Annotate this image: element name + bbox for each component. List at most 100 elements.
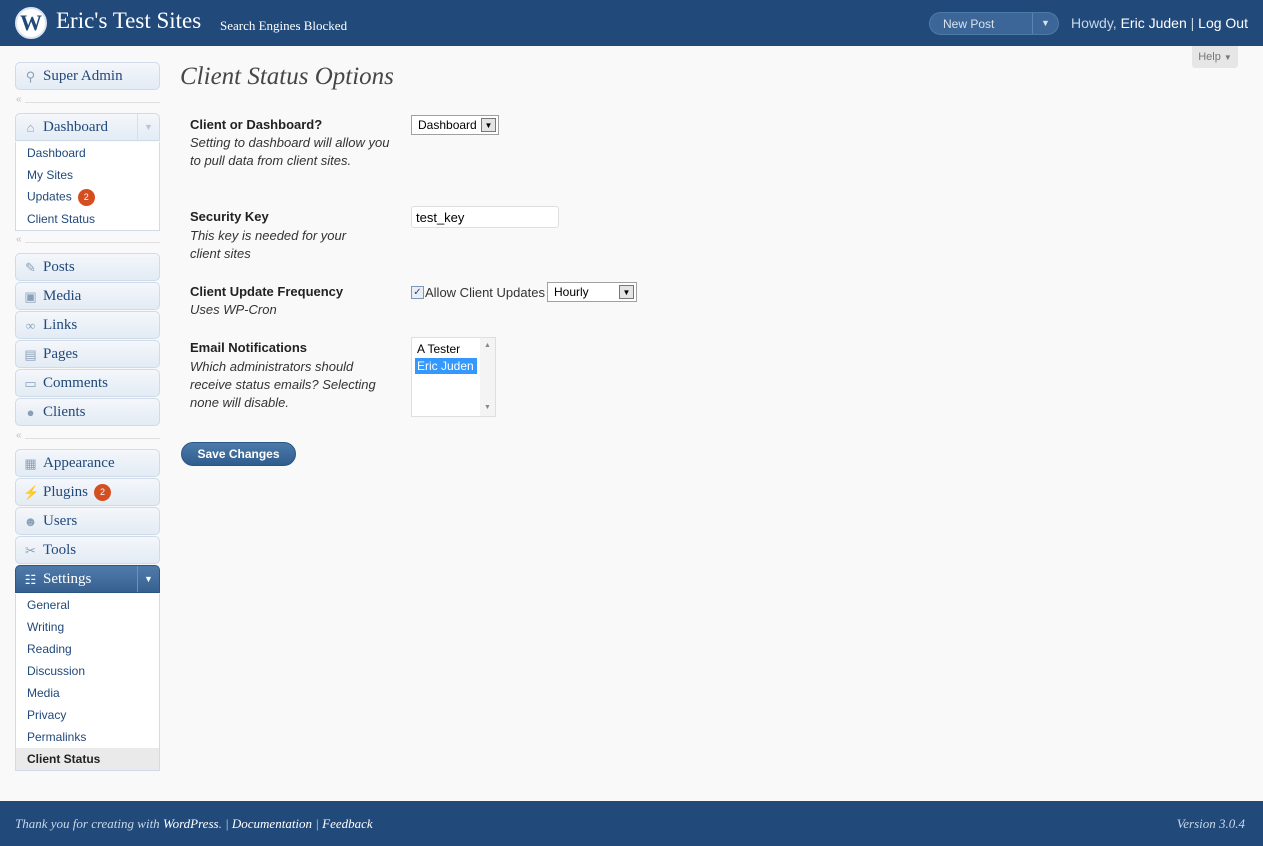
recipient-option[interactable]: A Tester [415,341,477,357]
pushpin-icon: ✎ [25,260,36,275]
sidebar-item-label: Dashboard [43,119,108,135]
person-icon: ● [26,405,35,420]
dropdown-arrow-icon[interactable]: ▼ [619,285,634,299]
menu-separator[interactable]: « [15,234,160,247]
version-text: Version 3.0.4 [1176,816,1245,831]
client-or-dashboard-desc: Setting to dashboard will allow you to p… [190,135,390,168]
logout-link[interactable]: Log Out [1198,15,1248,31]
new-post-label[interactable]: New Post [943,17,994,31]
sidebar-item-clients[interactable]: ● Clients [15,398,160,426]
settings-icon: ☷ [24,572,37,587]
plugins-label: Plugins [43,484,89,500]
client-or-dashboard-title: Client or Dashboard? [190,117,323,132]
scroll-up-icon[interactable]: ▲ [480,339,495,353]
sidebar-item-links[interactable]: ∞ Links [15,311,160,339]
new-post-button[interactable]: New Post ▼ [929,12,1059,35]
super-admin-icon: ⚲ [25,69,36,84]
sidebar-item-dashboard[interactable]: ⌂ Dashboard ▼ [15,113,160,141]
sidebar-item-label: Settings [43,571,92,587]
sidebar-item-label: Pages [43,346,78,362]
sidebar-item-plugins[interactable]: ⚡ Plugins 2 [15,478,160,506]
submenu-general[interactable]: General [27,598,70,612]
sidebar-item-label: Tools [43,542,77,558]
chevron-down-icon[interactable]: ▼ [137,566,159,592]
footer-thanks: Thank you for creating with [15,816,163,831]
select-value: Dashboard [418,118,477,132]
update-frequency-desc: Uses WP-Cron [190,302,277,317]
submenu-reading[interactable]: Reading [27,642,72,656]
save-changes-button[interactable]: Save Changes [181,442,296,466]
email-recipients-listbox[interactable]: A Tester Eric Juden ▲ ▼ [411,337,496,417]
allow-client-updates-checkbox[interactable]: ✓ [411,286,424,299]
plugins-count-badge: 2 [94,484,112,502]
sidebar-item-tools[interactable]: ✂ Tools [15,536,160,564]
appearance-icon: ▦ [24,456,37,471]
sidebar-item-label: Links [43,317,78,333]
submenu-client-status-current[interactable]: Client Status [27,752,100,766]
client-or-dashboard-select[interactable]: Dashboard ▼ [411,115,499,135]
sidebar-item-label: Clients [43,404,86,420]
site-title[interactable]: Eric's Test Sites [56,8,201,34]
recipient-option-selected[interactable]: Eric Juden [415,358,477,374]
submenu-discussion[interactable]: Discussion [27,664,85,678]
submenu-permalinks[interactable]: Permalinks [27,730,86,744]
footer-credits: Thank you for creating with WordPress. |… [15,816,373,831]
sidebar-item-label: Super Admin [43,68,123,84]
sidebar-item-settings[interactable]: ☷ Settings ▼ [15,565,160,593]
sidebar-item-users[interactable]: ☻ Users [15,507,160,535]
documentation-link[interactable]: Documentation [232,816,312,831]
page-title: Client Status Options [180,63,394,90]
dropdown-arrow-icon[interactable]: ▼ [481,118,496,132]
sidebar-item-label: Media [43,288,82,304]
wordpress-link[interactable]: WordPress [163,816,219,831]
scroll-down-icon[interactable]: ▼ [480,401,495,415]
submenu-media[interactable]: Media [27,686,60,700]
user-profile-link[interactable]: Eric Juden [1121,15,1187,31]
help-label[interactable]: Help [1198,51,1221,63]
chevron-down-icon[interactable]: ▼ [137,114,159,140]
menu-separator[interactable]: « [15,430,160,443]
listbox-scrollbar[interactable]: ▲ ▼ [480,338,495,416]
security-key-input[interactable] [411,206,559,228]
chevron-down-icon[interactable]: ▼ [1032,13,1058,34]
sidebar-item-comments[interactable]: ▭ Comments [15,369,160,397]
sidebar-item-pages[interactable]: ▤ Pages [15,340,160,368]
submenu-updates[interactable]: Updates 2 [27,189,95,206]
settings-submenu: General Writing Reading Discussion Media… [15,594,160,771]
tools-icon: ✂ [25,543,36,558]
security-key-title: Security Key [190,209,269,224]
email-notifications-title: Email Notifications [190,340,308,355]
submenu-privacy[interactable]: Privacy [27,708,66,722]
help-tab[interactable]: Help ▼ [1192,46,1238,68]
select-value: Hourly [554,285,589,299]
sidebar-item-media[interactable]: ▣ Media [15,282,160,310]
sidebar-item-super-admin[interactable]: ⚲ Super Admin [15,62,160,90]
user-links: Howdy, Eric Juden | Log Out [1071,15,1248,31]
submenu-client-status[interactable]: Client Status [27,212,95,226]
sidebar-item-label: Comments [43,375,109,391]
submenu-dashboard[interactable]: Dashboard [27,146,86,160]
link-icon: ∞ [25,318,36,333]
sidebar-item-label: Users [43,513,78,529]
allow-client-updates-label[interactable]: Allow Client Updates [425,285,545,300]
search-engines-status[interactable]: Search Engines Blocked [220,18,347,34]
plug-icon: ⚡ [23,485,40,500]
media-icon: ▣ [24,289,37,304]
sidebar-item-label: Plugins 2 [43,484,112,502]
email-notifications-desc: Which administrators should receive stat… [190,359,376,410]
menu-separator[interactable]: « [15,94,160,107]
sidebar-item-posts[interactable]: ✎ Posts [15,253,160,281]
link-separator: | [1190,15,1195,31]
home-icon: ⌂ [26,120,35,135]
security-key-desc: This key is needed for your client sites [190,228,347,261]
wordpress-logo-icon[interactable]: W [15,7,47,39]
sidebar-item-label: Appearance [43,455,115,471]
updates-count-badge: 2 [77,189,95,206]
update-frequency-select[interactable]: Hourly ▼ [547,282,637,302]
submenu-my-sites[interactable]: My Sites [27,168,73,182]
submenu-updates-label: Updates [27,189,72,204]
sidebar-item-appearance[interactable]: ▦ Appearance [15,449,160,477]
howdy-text: Howdy, [1071,15,1121,31]
submenu-writing[interactable]: Writing [27,620,64,634]
feedback-link[interactable]: Feedback [322,816,373,831]
